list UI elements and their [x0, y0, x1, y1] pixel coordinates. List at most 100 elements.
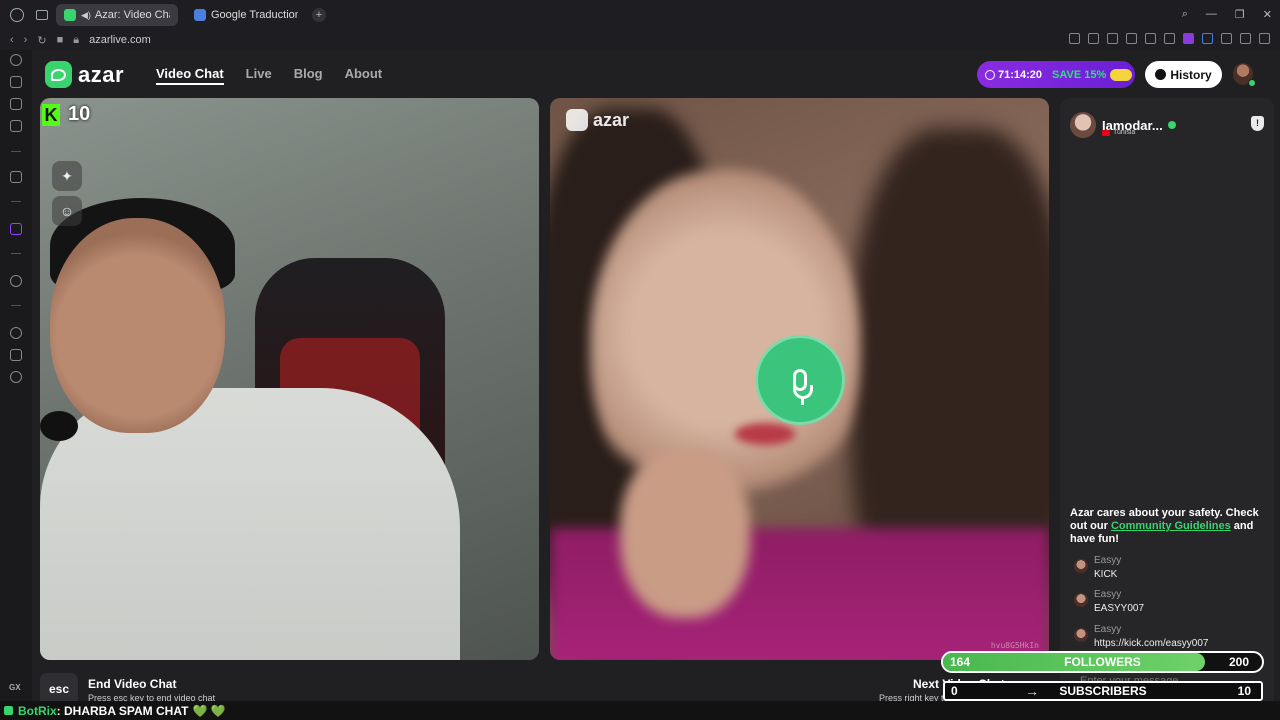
bot-message: : DHARBA SPAM CHAT [56, 703, 189, 718]
nav-about[interactable]: About [345, 66, 383, 85]
arrow-right-icon[interactable]: → [1025, 683, 1039, 699]
peer-avatar [1070, 112, 1096, 138]
peer-country: Tunisia [1102, 129, 1135, 136]
subscribers-goal-bar: SUBSCRIBERS 0 → 10 [943, 681, 1263, 701]
extension-a-icon[interactable] [1183, 33, 1194, 44]
headset-mic [40, 411, 78, 441]
community-guidelines-link[interactable]: Community Guidelines [1111, 520, 1231, 532]
sidebar-aria-icon[interactable] [10, 171, 22, 183]
tab-google-translate[interactable]: Google Traduction [186, 4, 306, 26]
sidebar-messenger-icon[interactable] [10, 120, 22, 132]
sidebar-player-icon[interactable] [10, 275, 22, 287]
message-text: EASYY007 [1094, 603, 1145, 614]
promo-save: SAVE 15% [1052, 68, 1107, 81]
url-field[interactable]: azarlive.com [89, 34, 151, 46]
search-tabs-icon[interactable]: ⌕ [1182, 8, 1188, 21]
video-id-tag: hvu8G5HkIn [990, 641, 1039, 650]
google-translate-favicon-icon [194, 9, 206, 21]
camera-icon[interactable]: ■ [57, 34, 64, 46]
followers-goal: 200 [1228, 655, 1249, 669]
sidebar-shopping-icon[interactable] [10, 76, 22, 88]
viewer-count: 10 [68, 103, 91, 125]
azar-watermark-text: azar [593, 109, 630, 130]
message-avatar [1074, 559, 1088, 573]
sidebar-gx-label[interactable]: GX [9, 683, 21, 692]
reload-icon[interactable]: ↻ [37, 34, 46, 47]
forward-icon[interactable]: › [24, 34, 28, 46]
nav-video-chat[interactable]: Video Chat [156, 66, 224, 85]
bell-icon[interactable] [1126, 33, 1137, 44]
verified-icon [1167, 121, 1176, 129]
play-icon[interactable] [1145, 33, 1156, 44]
minimize-icon[interactable]: — [1206, 8, 1217, 21]
my-profile-avatar[interactable] [1233, 63, 1256, 87]
stream-chat-alert: BotRix : DHARBA SPAM CHAT 💚 💚 [0, 701, 1280, 720]
azar-watermark: azar [566, 109, 629, 131]
microphone-button[interactable] [755, 335, 845, 425]
sidebar-twitch-icon[interactable] [10, 223, 22, 235]
back-icon[interactable]: ‹ [10, 34, 14, 46]
history-button[interactable]: History [1145, 61, 1222, 88]
chat-panel: Iamodar... Tunisia ! Azar cares about yo… [1060, 98, 1274, 710]
promo-timer: 71:14:20 [998, 68, 1043, 81]
sidebar-extensions-icon[interactable] [10, 349, 22, 361]
azar-logo-icon [45, 61, 72, 88]
chat-message: Easyy https://kick.com/easyy007 [1074, 624, 1264, 649]
close-icon[interactable]: ✕ [1263, 8, 1272, 21]
shield-icon[interactable] [1107, 33, 1118, 44]
main-nav: Video Chat Live Blog About [156, 66, 382, 85]
subscribers-goal: 10 [1237, 684, 1251, 698]
azar-logo[interactable]: azar [45, 61, 124, 88]
message-user: Easyy [1094, 624, 1122, 635]
download-icon[interactable] [1240, 33, 1251, 44]
translate-icon[interactable] [1202, 33, 1213, 44]
snapshot-icon[interactable] [1088, 33, 1099, 44]
sidebar-divider [11, 151, 21, 152]
message-avatar [1074, 628, 1088, 642]
gems-icon [1110, 68, 1133, 81]
restore-icon[interactable]: ❐ [1235, 8, 1245, 21]
tunisia-flag-icon [1102, 129, 1110, 136]
azar-logo-text: azar [78, 61, 125, 87]
workspaces-icon[interactable] [36, 10, 48, 20]
azar-favicon-icon [64, 9, 76, 21]
clock-icon [985, 69, 995, 80]
promo-button[interactable]: 71:14:20 SAVE 15% [977, 61, 1135, 88]
peer-lips [735, 423, 795, 445]
nav-live[interactable]: Live [246, 66, 272, 85]
message-text: KICK [1094, 569, 1118, 580]
report-shield-icon[interactable]: ! [1251, 116, 1264, 131]
face-filter-button[interactable]: ☺ [52, 196, 82, 226]
speaker-icon[interactable]: ◀) [81, 10, 91, 21]
history-label: History [1170, 67, 1212, 82]
nav-blog[interactable]: Blog [294, 66, 323, 85]
sidebar-news-icon[interactable] [10, 98, 22, 110]
new-tab-button[interactable]: + [312, 8, 326, 22]
chat-message: Easyy KICK [1074, 555, 1264, 580]
sidebar-divider [11, 253, 21, 254]
end-video-chat-title[interactable]: End Video Chat [88, 677, 176, 691]
sidebar-home-icon[interactable] [10, 54, 22, 66]
effects-button[interactable]: ✦ [52, 161, 82, 191]
my-camera-video: K 10 ✦ ☺ [40, 98, 539, 660]
microphone-leg [801, 398, 804, 405]
tab-azar[interactable]: ◀) Azar: Video Chat | Alt [56, 4, 178, 26]
puzzle-icon[interactable] [1221, 33, 1232, 44]
online-status-icon [1248, 79, 1256, 87]
heart-icon[interactable] [1164, 33, 1175, 44]
followers-goal-bar: FOLLOWERS 164 200 [941, 651, 1264, 673]
menu-icon[interactable] [1259, 33, 1270, 44]
browser-tab-bar: ◀) Azar: Video Chat | Alt Google Traduct… [0, 0, 1280, 30]
peer-country-label: Tunisia [1113, 129, 1136, 136]
message-avatar [1074, 593, 1088, 607]
kick-logo-icon: K [42, 103, 60, 126]
opera-menu-icon[interactable] [10, 8, 24, 22]
lock-icon: 🔒︎ [73, 33, 80, 46]
message-text: https://kick.com/easyy007 [1094, 638, 1209, 649]
pin-icon[interactable] [1069, 33, 1080, 44]
safety-notice: Azar cares about your safety. Check out … [1070, 507, 1266, 546]
green-heart-icons: 💚 💚 [192, 703, 226, 718]
sidebar-history-icon[interactable] [10, 327, 22, 339]
window-controls: ⌕ — ❐ ✕ [1182, 8, 1272, 21]
sidebar-settings-icon[interactable] [10, 371, 22, 383]
